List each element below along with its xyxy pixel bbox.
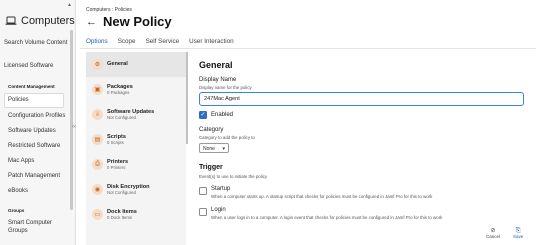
enabled-label: Enabled <box>211 112 234 118</box>
startup-label: Startup <box>211 186 231 192</box>
sidebar-header: Computers <box>0 0 75 30</box>
display-name-input[interactable]: 247Mac Agent <box>199 92 524 106</box>
payload-status: 0 Dock Items <box>107 215 133 220</box>
startup-hint: When a computer starts up. A startup scr… <box>211 194 433 199</box>
startup-checkbox[interactable] <box>199 187 207 195</box>
sidebar-item-search-volume-content[interactable]: Search Volume Content <box>4 40 68 48</box>
display-name-label: Display Name <box>199 77 237 83</box>
sidebar-collapse-caret-icon[interactable]: ▲ <box>67 2 72 8</box>
payload-status: 0 Packages <box>107 90 130 95</box>
payload-status: Not Configured <box>107 190 136 195</box>
sidebar-section-content-management: Content Management <box>8 84 55 89</box>
payload-item-software-updates[interactable]: ⇩ Software Updates Not Configured <box>86 102 186 127</box>
page-title: New Policy <box>103 14 172 29</box>
download-icon: ⇩ <box>92 109 103 120</box>
payload-item-packages[interactable]: ▣ Packages 0 Packages <box>86 77 186 102</box>
sidebar-resize-handle-icon[interactable]: ‹‹ <box>72 124 76 130</box>
sidebar-item-patch-management[interactable]: Patch Management <box>8 173 72 181</box>
payload-status: Not Configured <box>107 115 136 120</box>
back-arrow-icon[interactable]: ← <box>86 16 97 28</box>
enabled-checkbox[interactable]: ✓ <box>199 111 207 119</box>
login-label: Login <box>211 207 226 213</box>
tabs-divider <box>80 48 536 49</box>
sidebar-section-groups: Groups <box>8 208 25 213</box>
disk-icon: ◉ <box>92 184 103 195</box>
trigger-hint: Event(s) to use to initiate the policy <box>199 174 268 179</box>
payload-item-disk-encryption[interactable]: ◉ Disk Encryption Not Configured <box>86 177 186 202</box>
sidebar-item-ebooks[interactable]: eBooks <box>8 188 72 196</box>
category-select[interactable]: None ▾ <box>199 143 229 153</box>
payload-item-general[interactable]: ⚙ General <box>86 52 186 77</box>
sidebar-item-licensed-software[interactable]: Licensed Software <box>4 63 68 71</box>
laptop-icon <box>5 16 17 25</box>
payload-status: 0 Printers <box>107 165 126 170</box>
gear-icon: ⚙ <box>92 59 103 70</box>
cancel-label: Cancel <box>486 234 501 239</box>
sidebar-title: Computers <box>21 15 75 27</box>
trigger-title: Trigger <box>199 164 223 171</box>
script-icon: ▤ <box>92 134 103 145</box>
payload-list: ⚙ General ▣ Packages 0 Packages ⇩ Softwar… <box>86 52 186 245</box>
category-label: Category <box>199 127 224 133</box>
payload-list-scrollbar[interactable] <box>186 52 188 144</box>
dock-icon: ▭ <box>92 209 103 220</box>
package-icon: ▣ <box>92 84 103 95</box>
cancel-button[interactable]: ⊘ Cancel <box>486 228 500 239</box>
login-checkbox[interactable] <box>199 208 207 216</box>
sidebar-item-policies[interactable]: Policies <box>8 97 72 105</box>
breadcrumb: Computers : Policies <box>86 7 132 13</box>
sidebar: Computers ▲ Search Volume Content Licens… <box>0 0 76 245</box>
chevron-down-icon: ▾ <box>222 145 225 152</box>
sidebar-item-configuration-profiles[interactable]: Configuration Profiles <box>8 113 72 121</box>
save-label: Save <box>513 234 524 239</box>
printer-icon: ⎙ <box>92 159 103 170</box>
category-value: None <box>203 145 215 152</box>
sidebar-item-mac-apps[interactable]: Mac Apps <box>8 158 72 166</box>
bottom-action-bar <box>188 222 536 245</box>
payload-status: 0 Scripts <box>107 140 124 145</box>
payload-item-printers[interactable]: ⎙ Printers 0 Printers <box>86 152 186 177</box>
payload-item-scripts[interactable]: ▤ Scripts 0 Scripts <box>86 127 186 152</box>
category-hint: Category to add the policy to <box>199 135 255 140</box>
sidebar-item-software-updates[interactable]: Software Updates <box>8 128 72 136</box>
login-hint: When a user logs in to a computer. A log… <box>211 215 443 220</box>
payload-name: General <box>107 61 128 68</box>
page-title-row: ← New Policy <box>86 14 172 29</box>
payload-item-dock-items[interactable]: ▭ Dock Items 0 Dock Items <box>86 202 186 227</box>
section-title: General <box>199 60 233 70</box>
save-button[interactable]: ⎘ Save <box>513 228 523 239</box>
display-name-hint: Display name for the policy <box>199 85 252 90</box>
sidebar-item-smart-computer-groups[interactable]: Smart Computer Groups <box>8 220 72 235</box>
sidebar-item-restricted-software[interactable]: Restricted Software <box>8 143 72 151</box>
